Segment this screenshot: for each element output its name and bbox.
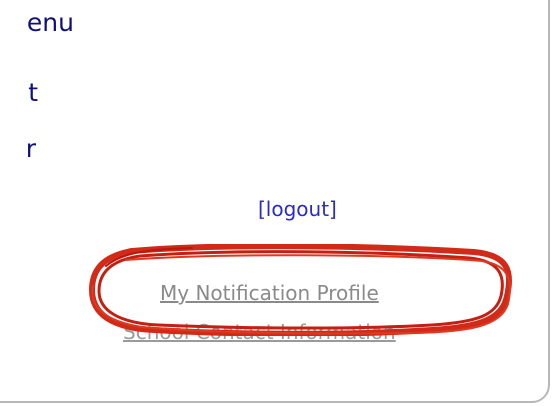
notification-profile-link[interactable]: My Notification Profile <box>160 281 379 305</box>
logout-link[interactable]: [logout] <box>258 197 337 221</box>
screenshot-frame: enu t r [logout] My Notification Profile… <box>0 0 556 407</box>
menu-item-3[interactable]: r <box>26 134 36 163</box>
school-contact-information-link[interactable]: School Contact Information <box>123 320 396 344</box>
menu-item-1[interactable]: enu <box>27 8 74 37</box>
menu-item-2[interactable]: t <box>28 78 38 107</box>
